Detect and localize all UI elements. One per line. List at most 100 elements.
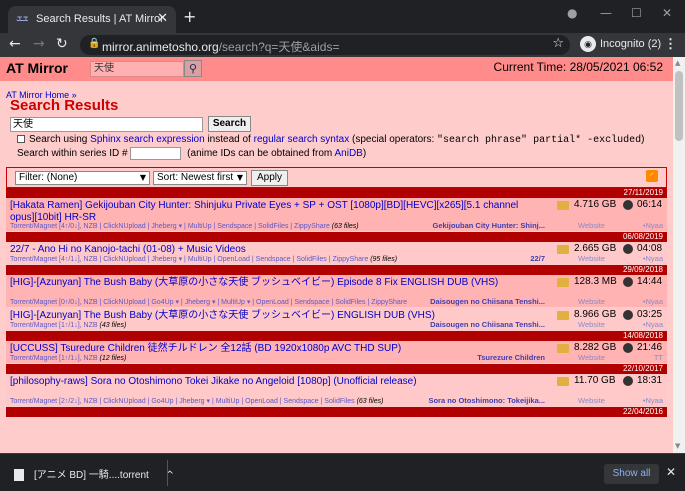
filter-select[interactable]: Filter: (None) ▼	[15, 171, 150, 185]
result-row: 22/7 - Ano Hi no Kanojo-tachi (01-08) + …	[6, 242, 667, 265]
lock-icon: 🔒	[88, 38, 101, 49]
browser-menu-icon[interactable]: ⋮	[664, 36, 677, 52]
upload-time: 04:08	[637, 243, 663, 254]
mirror-links[interactable]: Torrent/Magnet [4↑/1↓], NZB | ClickNUplo…	[10, 255, 545, 264]
date-header: 27/11/2019	[6, 188, 667, 198]
result-title-link[interactable]: [philosophy-raws] Sora no Otoshimono Tok…	[10, 376, 542, 388]
close-tab-icon[interactable]: ✕	[157, 11, 168, 26]
folder-icon	[557, 377, 569, 386]
chevron-down-icon: ▼	[236, 173, 243, 182]
folder-icon	[557, 245, 569, 254]
back-icon[interactable]: ←	[9, 36, 21, 52]
source-link[interactable]: TT	[654, 353, 663, 362]
header-search-input[interactable]: 天使	[90, 61, 184, 77]
file-size: 11.70 GB	[574, 375, 616, 386]
regular-syntax-link[interactable]: regular search syntax	[254, 134, 350, 145]
file-size: 4.716 GB	[574, 199, 617, 210]
sphinx-option: Search using Sphinx search expression in…	[17, 134, 644, 146]
sort-select[interactable]: Sort: Newest first ▼	[153, 171, 247, 185]
result-row: [UCCUSS] Tsuredure Children 徒然チルドレン 全12話…	[6, 341, 667, 364]
forward-icon[interactable]: →	[33, 36, 45, 52]
source-link[interactable]: •Nyaa	[643, 221, 663, 230]
navigation-bar: ← → ↻ 🔒 mirror.animetosho.org/search?q=天…	[0, 33, 685, 57]
source-link[interactable]: •Nyaa	[643, 254, 663, 263]
header-search-icon[interactable]: ⚲	[184, 60, 202, 77]
anime-series-link[interactable]: Sora no Otoshimono: Tokeijika...	[428, 396, 545, 405]
clock-icon	[623, 310, 633, 320]
bookmark-star-icon[interactable]: ☆	[552, 36, 564, 51]
apply-button[interactable]: Apply	[251, 170, 288, 186]
maximize-icon[interactable]: ☐	[631, 6, 642, 20]
scrollbar[interactable]: ▲ ▼	[673, 57, 685, 453]
site-logo[interactable]: AT Mirror	[6, 60, 68, 76]
website-link[interactable]: Website	[578, 254, 605, 263]
website-link[interactable]: Website	[578, 221, 605, 230]
window-close-icon[interactable]: ✕	[662, 6, 672, 20]
site-header: AT Mirror 天使 ⚲ Current Time: 28/05/2021 …	[0, 57, 673, 81]
page-viewport: AT Mirror 天使 ⚲ Current Time: 28/05/2021 …	[0, 57, 673, 453]
profile-indicator-icon: ●	[567, 6, 578, 20]
website-link[interactable]: Website	[578, 396, 605, 405]
website-link[interactable]: Website	[578, 353, 605, 362]
anime-series-link[interactable]: Tsurezure Children	[477, 353, 545, 362]
page-title: Search Results	[10, 97, 119, 114]
source-link[interactable]: •Nyaa	[643, 320, 663, 329]
show-all-button[interactable]: Show all	[604, 464, 659, 484]
scroll-up-icon[interactable]: ▲	[675, 59, 680, 67]
clock-icon	[623, 343, 633, 353]
minimize-icon[interactable]: —	[600, 6, 612, 20]
date-header: 22/04/2016	[6, 407, 667, 417]
close-download-bar-icon[interactable]: ✕	[666, 465, 676, 479]
result-title-link[interactable]: [HIG]-[Azunyan] The Bush Baby (大草原の小さな天使…	[10, 277, 542, 289]
current-time: Current Time: 28/05/2021 06:52	[493, 60, 663, 74]
file-size: 8.282 GB	[574, 342, 617, 353]
website-link[interactable]: Website	[578, 297, 605, 306]
address-bar[interactable]: 🔒 mirror.animetosho.org/search?q=天使&aids…	[80, 35, 570, 55]
rss-icon[interactable]: ◜	[646, 170, 658, 182]
upload-time: 06:14	[637, 199, 663, 210]
results-list: 27/11/2019 [Hakata Ramen] Gekijouban City…	[6, 188, 667, 417]
tab-title: Search Results | AT Mirror	[36, 13, 164, 25]
source-link[interactable]: •Nyaa	[643, 396, 663, 405]
anime-series-link[interactable]: Daisougen no Chiisana Tenshi...	[430, 320, 545, 329]
folder-icon	[557, 201, 569, 210]
anidb-link[interactable]: AniDB	[334, 148, 362, 159]
url-text: mirror.animetosho.org/search?q=天使&aids=	[102, 40, 340, 54]
folder-icon	[557, 278, 569, 287]
new-tab-icon[interactable]: +	[183, 7, 196, 26]
mirror-links[interactable]: Torrent/Magnet [1↑/1↓], NZB (12 files)	[10, 354, 545, 363]
series-id-input[interactable]	[130, 147, 182, 160]
source-link[interactable]: •Nyaa	[643, 297, 663, 306]
clock-icon	[623, 244, 633, 254]
series-id-option: Search within series ID # (anime IDs can…	[17, 147, 367, 160]
clock-icon	[623, 376, 633, 386]
file-icon	[14, 469, 24, 482]
anime-series-link[interactable]: 22/7	[530, 254, 545, 263]
anime-series-link[interactable]: Daisougen no Chiisana Tenshi...	[430, 297, 545, 306]
upload-time: 18:31	[637, 375, 663, 386]
anime-series-link[interactable]: Gekijouban City Hunter: Shinj...	[432, 221, 545, 230]
sphinx-link[interactable]: Sphinx search expression	[90, 134, 205, 145]
scroll-down-icon[interactable]: ▼	[675, 442, 680, 450]
result-row: [Hakata Ramen] Gekijouban City Hunter: S…	[6, 198, 667, 232]
incognito-badge[interactable]: ◉ Incognito (2)	[580, 36, 661, 52]
tab-strip: ܫܫ Search Results | AT Mirror ✕ + ● — ☐ …	[0, 0, 685, 33]
browser-tab[interactable]: ܫܫ Search Results | AT Mirror ✕	[8, 6, 176, 33]
clock-icon	[623, 200, 633, 210]
file-size: 2.665 GB	[574, 243, 617, 254]
sphinx-checkbox[interactable]	[17, 135, 25, 144]
date-header: 06/08/2019	[6, 232, 667, 242]
search-input[interactable]: 天使	[10, 117, 203, 132]
result-row: [philosophy-raws] Sora no Otoshimono Tok…	[6, 374, 667, 407]
search-button[interactable]: Search	[208, 116, 251, 132]
filter-bar: Filter: (None) ▼ Sort: Newest first ▼ Appl…	[6, 167, 667, 188]
result-row: [HIG]-[Azunyan] The Bush Baby (大草原の小さな天使…	[6, 308, 667, 331]
date-header: 29/09/2018	[6, 265, 667, 275]
incognito-icon: ◉	[580, 36, 596, 52]
website-link[interactable]: Website	[578, 320, 605, 329]
folder-icon	[557, 344, 569, 353]
result-row: [HIG]-[Azunyan] The Bush Baby (大草原の小さな天使…	[6, 275, 667, 308]
download-item[interactable]: [アニメ BD] 一騎....torrent ^	[14, 466, 174, 482]
scroll-thumb[interactable]	[675, 71, 683, 141]
reload-icon[interactable]: ↻	[56, 36, 68, 52]
